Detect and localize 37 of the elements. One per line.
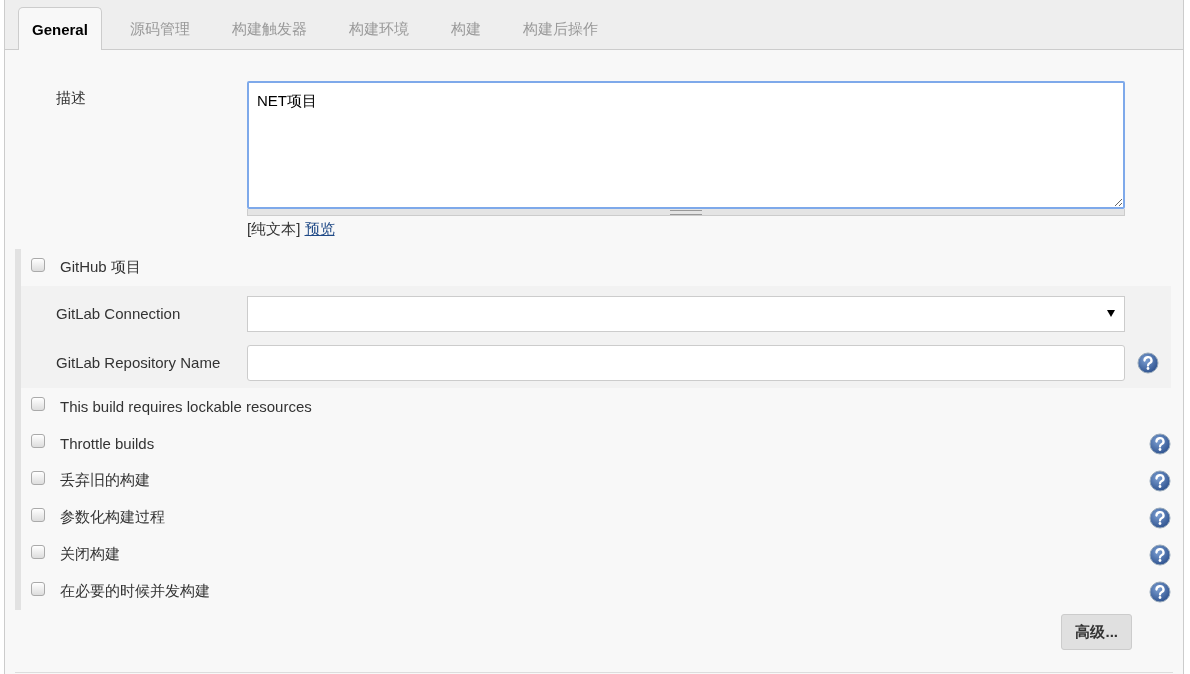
help-icon[interactable] bbox=[1149, 469, 1171, 492]
checkbox-label: 关闭构建 bbox=[60, 545, 120, 564]
description-field[interactable]: NET项目 bbox=[247, 81, 1125, 209]
format-note: [纯文本] bbox=[247, 220, 301, 237]
tab[interactable]: General bbox=[18, 7, 102, 50]
caret-icon bbox=[1107, 310, 1115, 317]
help-icon[interactable] bbox=[1149, 506, 1171, 529]
input-field[interactable] bbox=[247, 344, 1125, 381]
checkbox[interactable] bbox=[31, 470, 45, 485]
checkbox-label: 丢弃旧的构建 bbox=[60, 471, 150, 490]
help-icon[interactable] bbox=[1149, 543, 1171, 566]
field-label: 描述 bbox=[55, 88, 87, 108]
checkbox-label: GitHub 项目 bbox=[60, 258, 141, 277]
help-icon[interactable] bbox=[1149, 580, 1171, 603]
tab[interactable]: 构建触发器 bbox=[217, 7, 321, 50]
checkbox[interactable] bbox=[31, 544, 45, 559]
checkbox[interactable] bbox=[31, 507, 45, 522]
checkbox-label: 参数化构建过程 bbox=[60, 508, 165, 527]
checkbox-label: Throttle builds bbox=[60, 435, 155, 452]
advanced-button[interactable]: 高级... bbox=[1061, 614, 1132, 650]
tab[interactable]: 构建后操作 bbox=[508, 7, 612, 50]
tab[interactable]: 构建环境 bbox=[334, 7, 423, 50]
checkbox-label: This build requires lockable resources bbox=[60, 398, 312, 415]
checkbox[interactable] bbox=[31, 257, 45, 272]
field-label: GitLab Repository Name bbox=[55, 354, 222, 371]
preview-link[interactable]: 预览 bbox=[304, 220, 335, 237]
tab[interactable]: 源码管理 bbox=[115, 7, 204, 50]
tab[interactable]: 构建 bbox=[436, 7, 495, 50]
resize-grip[interactable] bbox=[247, 209, 1125, 216]
help-icon[interactable] bbox=[1137, 351, 1159, 374]
checkbox[interactable] bbox=[31, 581, 45, 596]
checkbox[interactable] bbox=[31, 396, 45, 411]
field-label: GitLab Connection bbox=[55, 305, 182, 322]
checkbox[interactable] bbox=[31, 433, 45, 448]
checkbox-label: 在必要的时候并发构建 bbox=[60, 582, 210, 601]
dropdown[interactable] bbox=[247, 295, 1125, 332]
help-icon[interactable] bbox=[1149, 432, 1171, 455]
